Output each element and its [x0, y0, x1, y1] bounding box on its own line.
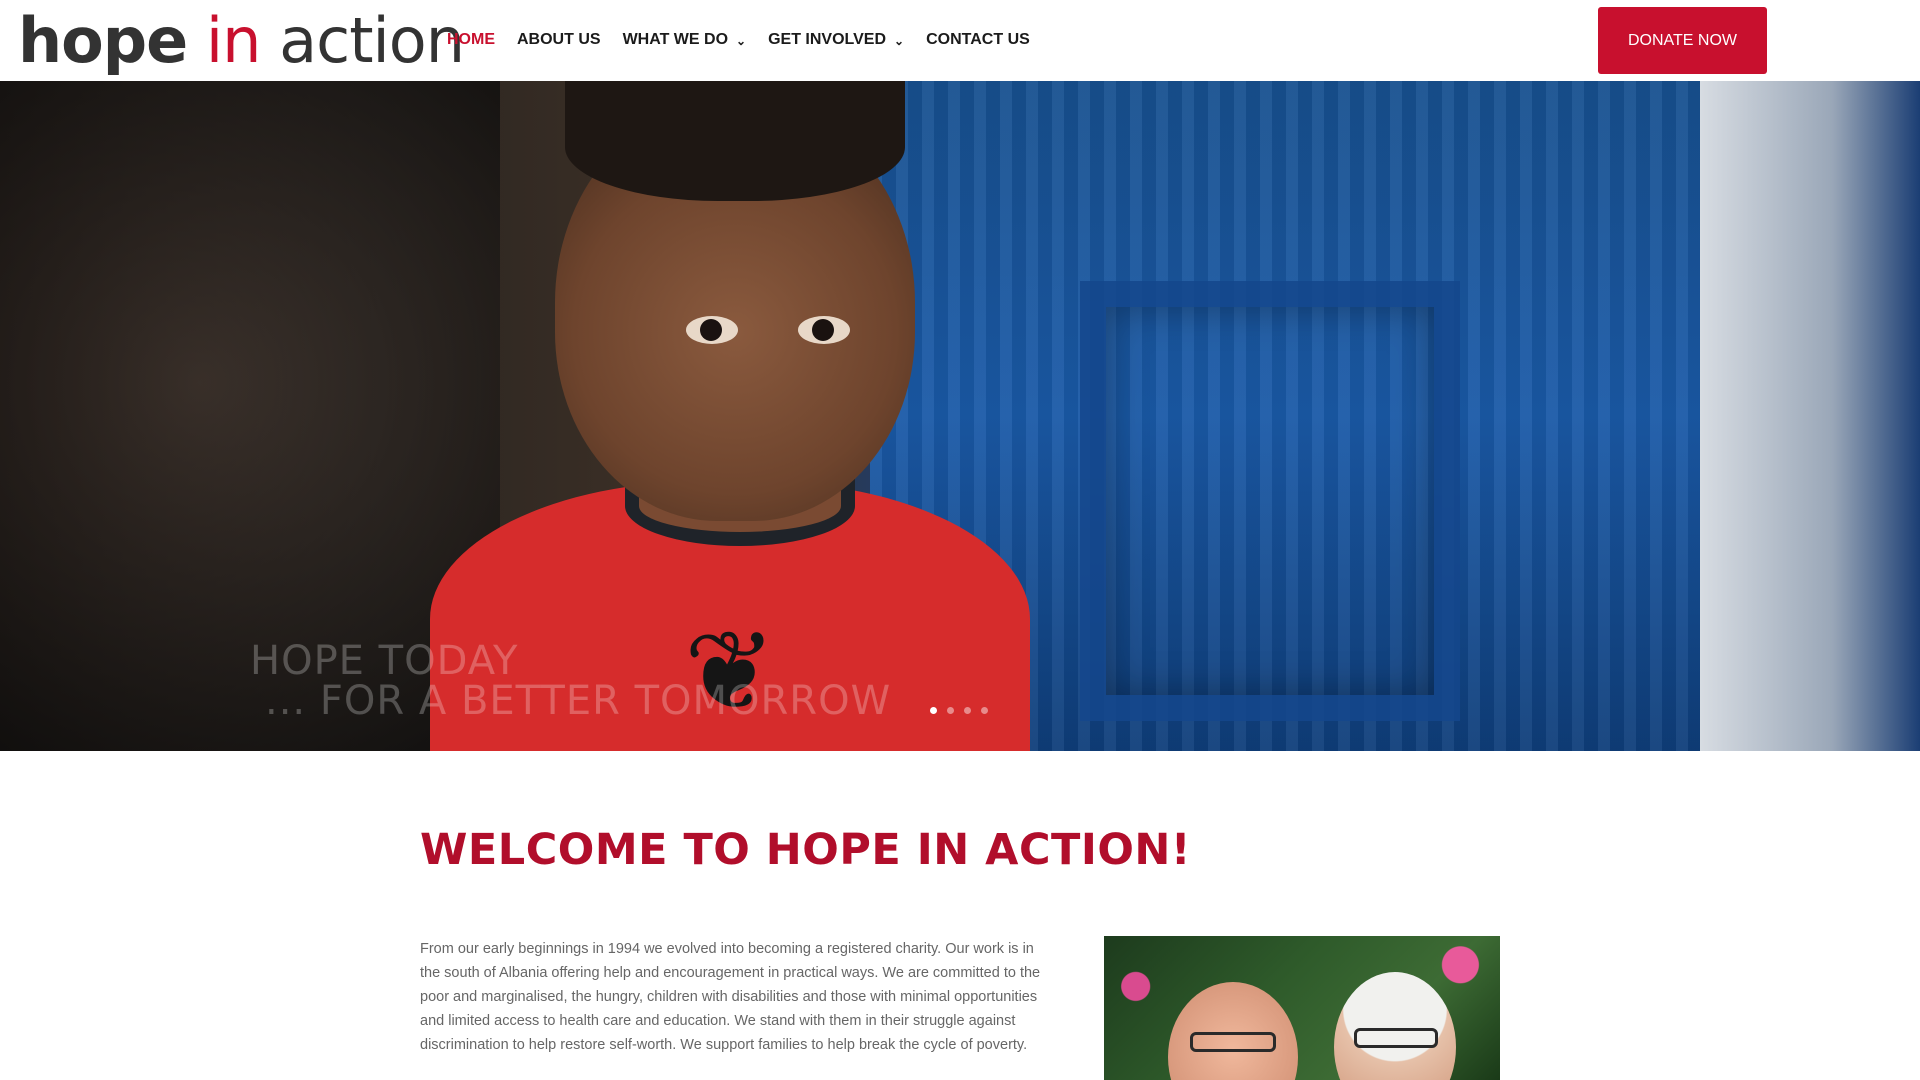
nav-contact-us-label: CONTACT US: [926, 31, 1030, 48]
main-navigation: HOME ABOUT US WHAT WE DO ⌄ GET INVOLVED …: [447, 31, 1030, 49]
nav-home[interactable]: HOME: [447, 31, 495, 49]
site-header: hope in action HOME ABOUT US WHAT WE DO …: [0, 0, 1920, 81]
chevron-down-icon: ⌄: [736, 34, 747, 48]
hero-caption-line2: ... FOR A BETTER TOMORROW: [265, 678, 892, 724]
intro-paragraph: From our early beginnings in 1994 we evo…: [420, 941, 1041, 1053]
logo-action: action: [279, 4, 465, 77]
door-panel: [1080, 281, 1460, 721]
child-eye-right: [798, 316, 850, 344]
child-eye-left: [686, 316, 738, 344]
hero-slider[interactable]: ❦ HOPE TODAY ... FOR A BETTER TOMORROW: [0, 81, 1920, 751]
chevron-down-icon: ⌄: [894, 34, 905, 48]
glasses-icon: [1190, 1032, 1276, 1052]
hero-caption: HOPE TODAY ... FOR A BETTER TOMORROW: [250, 641, 891, 721]
nav-home-label: HOME: [447, 31, 495, 48]
nav-get-involved-label: GET INVOLVED: [768, 31, 887, 48]
nav-what-we-do[interactable]: WHAT WE DO ⌄: [623, 31, 747, 49]
logo-in: in: [205, 4, 262, 77]
founder-man: [1168, 982, 1298, 1080]
slider-dot-1[interactable]: [930, 707, 937, 714]
welcome-title: WELCOME TO HOPE IN ACTION!: [420, 825, 1191, 875]
hero-caption-line1: HOPE TODAY: [250, 638, 519, 684]
slider-dot-3[interactable]: [964, 707, 971, 714]
donate-now-button[interactable]: DONATE NOW: [1598, 7, 1767, 74]
founders-photo: [1104, 936, 1500, 1080]
glasses-icon: [1354, 1028, 1438, 1048]
nav-what-we-do-label: WHAT WE DO: [622, 31, 729, 48]
child-hair: [565, 81, 905, 201]
nav-contact-us[interactable]: CONTACT US: [926, 31, 1030, 49]
site-logo[interactable]: hope in action: [18, 4, 465, 77]
logo-hope: hope: [18, 4, 188, 77]
nav-get-involved[interactable]: GET INVOLVED ⌄: [768, 31, 904, 49]
nav-about-us[interactable]: ABOUT US: [517, 31, 601, 49]
slider-dot-4[interactable]: [981, 707, 988, 714]
slider-dot-2[interactable]: [947, 707, 954, 714]
slider-pagination: [930, 707, 988, 714]
nav-about-us-label: ABOUT US: [517, 31, 601, 48]
door-edge: [1700, 81, 1920, 751]
founder-woman: [1334, 972, 1456, 1080]
